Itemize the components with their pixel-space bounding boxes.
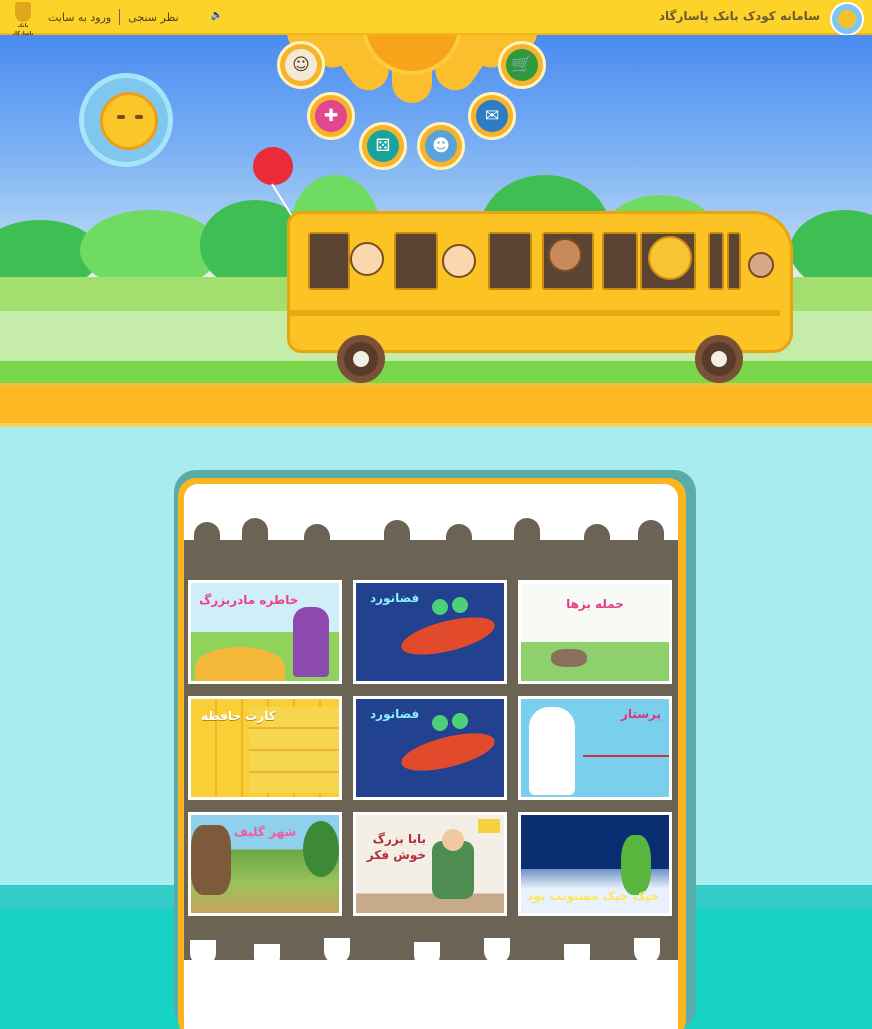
balloon-decoration bbox=[253, 147, 293, 185]
leaf-decoration bbox=[638, 520, 664, 546]
game-title: شهر گلیف bbox=[233, 825, 297, 839]
leaf-decoration bbox=[564, 944, 590, 970]
game-title: فضانورد bbox=[370, 707, 420, 721]
leaf-decoration bbox=[446, 524, 472, 550]
leaf-decoration bbox=[514, 518, 540, 544]
kid-face-icon: ☻ bbox=[425, 130, 457, 162]
lion-character bbox=[648, 236, 692, 280]
divider bbox=[119, 9, 121, 25]
bank-logo-icon bbox=[15, 2, 31, 22]
bus-wheel bbox=[337, 335, 385, 383]
game-tile-grandpa[interactable]: بابا بزرگ خوش فکر bbox=[353, 812, 507, 916]
lion-mascot-icon[interactable] bbox=[79, 73, 173, 167]
goat-figure bbox=[551, 649, 587, 667]
speaker-icon: 🔈 bbox=[210, 10, 223, 21]
hero-banner: ☺ 🛒 ✚ ✉ ⚄ ☻ bbox=[0, 35, 872, 427]
leaf-decoration bbox=[484, 938, 510, 964]
leaf-decoration bbox=[304, 524, 330, 550]
bank-logo[interactable]: بانک پاسارگاد bbox=[8, 2, 38, 37]
bus-window bbox=[488, 232, 532, 290]
top-bar: سامانه کودک بانک پاسارگاد نظر سنجی ورود … bbox=[0, 0, 872, 37]
header-links: نظر سنجی ورود به سایت bbox=[48, 9, 179, 25]
game-title: فضانورد bbox=[370, 591, 420, 605]
school-bus-illustration bbox=[287, 211, 793, 353]
site-title[interactable]: سامانه کودک بانک پاسارگاد bbox=[659, 9, 820, 23]
menu-kid-button[interactable]: ☻ bbox=[417, 122, 465, 170]
lion-eye bbox=[117, 115, 125, 119]
game-title: جیک جیک مستونت بود bbox=[527, 889, 659, 903]
kid-character bbox=[442, 244, 476, 278]
cricket-figure bbox=[621, 835, 651, 895]
alien-figure bbox=[432, 599, 448, 615]
grandma-figure bbox=[293, 607, 329, 677]
nurse-figure bbox=[529, 707, 575, 795]
survey-link[interactable]: نظر سنجی bbox=[128, 11, 178, 24]
game-tile-memory-card[interactable]: کارت حافظه bbox=[188, 696, 342, 800]
lamp-figure bbox=[478, 819, 500, 833]
game-title: پرستار bbox=[620, 707, 661, 721]
site-logo-icon[interactable] bbox=[830, 2, 864, 36]
leaf-decoration bbox=[194, 522, 220, 548]
game-tile-nurse[interactable]: پرستار bbox=[518, 696, 672, 800]
menu-games-button[interactable]: ✚ bbox=[307, 92, 355, 140]
game-tile-grandma-memory[interactable]: خاطره مادربزرگ bbox=[188, 580, 342, 684]
leaf-decoration bbox=[324, 938, 350, 964]
hill-figure bbox=[195, 647, 285, 681]
menu-shop-button[interactable]: 🛒 bbox=[498, 41, 546, 89]
game-title: حمله بزها bbox=[566, 597, 624, 611]
leaf-decoration bbox=[190, 940, 216, 966]
lion-eye bbox=[135, 115, 143, 119]
game-tile-astronaut[interactable]: فضانورد bbox=[353, 580, 507, 684]
game-title: خاطره مادربزرگ bbox=[199, 593, 299, 607]
leaf-decoration bbox=[242, 518, 268, 544]
bus-window bbox=[708, 232, 724, 290]
bus-wheel bbox=[695, 335, 743, 383]
heartbeat-line bbox=[583, 755, 669, 757]
sand-strip bbox=[0, 387, 872, 427]
menu-avatar-button[interactable]: ☺ bbox=[277, 41, 325, 89]
leaf-decoration bbox=[384, 520, 410, 546]
bus-stripe bbox=[290, 310, 780, 316]
grandpa-figure bbox=[442, 829, 464, 851]
game-tile-astronaut-2[interactable]: فضانورد bbox=[353, 696, 507, 800]
dice-icon: ⚄ bbox=[367, 130, 399, 162]
leaf-decoration bbox=[584, 524, 610, 550]
leaf-decoration bbox=[634, 938, 660, 964]
avatar-icon: ☺ bbox=[285, 49, 317, 81]
menu-gift-button[interactable]: ✉ bbox=[468, 92, 516, 140]
gamepad-icon: ✚ bbox=[315, 100, 347, 132]
alien-figure bbox=[452, 597, 468, 613]
game-tile-gleif-city[interactable]: شهر گلیف bbox=[188, 812, 342, 916]
bus-window bbox=[727, 232, 741, 290]
leaf-decoration bbox=[414, 942, 440, 968]
leaf-decoration bbox=[254, 944, 280, 970]
kid-character bbox=[350, 242, 384, 276]
shopping-cart-icon: 🛒 bbox=[506, 49, 538, 81]
menu-puzzle-button[interactable]: ⚄ bbox=[359, 122, 407, 170]
game-title: بابا بزرگ خوش فکر bbox=[366, 832, 426, 862]
bus-window bbox=[308, 232, 350, 290]
game-tile-cricket[interactable]: جیک جیک مستونت بود bbox=[518, 812, 672, 916]
login-link[interactable]: ورود به سایت bbox=[48, 11, 111, 24]
bus-window bbox=[602, 232, 638, 290]
bus-window bbox=[394, 232, 438, 290]
alien-figure bbox=[452, 713, 468, 729]
game-title: کارت حافظه bbox=[201, 709, 276, 723]
kid-character bbox=[548, 238, 582, 272]
games-grid: حمله بزها فضانورد خاطره مادربزرگ پرستار … bbox=[188, 580, 672, 916]
game-tile-goat-attack[interactable]: حمله بزها bbox=[518, 580, 672, 684]
sound-toggle[interactable]: 🔈 bbox=[173, 10, 223, 22]
lion-face bbox=[100, 92, 158, 150]
driver-character bbox=[748, 252, 774, 278]
gift-icon: ✉ bbox=[476, 100, 508, 132]
alien-figure bbox=[432, 715, 448, 731]
